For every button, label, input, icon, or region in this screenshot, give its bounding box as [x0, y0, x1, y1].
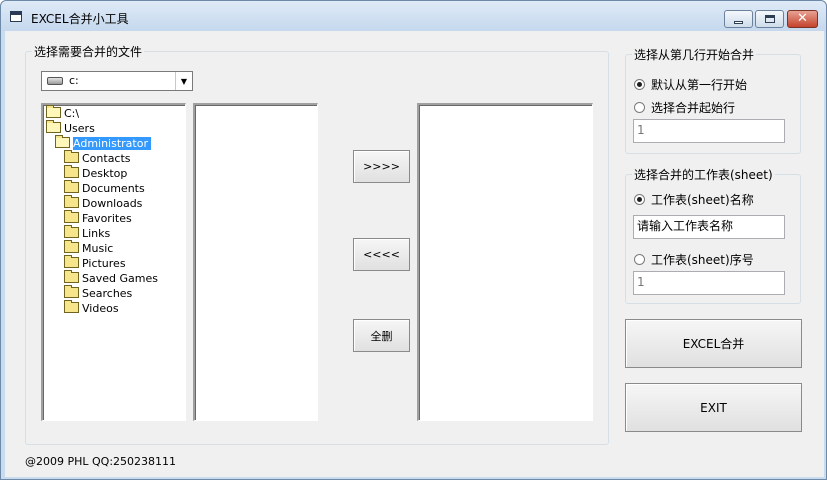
tree-item-label: Desktop: [82, 167, 128, 180]
maximize-button[interactable]: [755, 10, 784, 28]
tree-item[interactable]: Videos: [64, 300, 119, 316]
folder-icon: [64, 300, 79, 313]
folder-icon: [64, 255, 79, 268]
start-row-input[interactable]: 1: [633, 119, 785, 143]
folder-icon: [64, 150, 79, 163]
tree-item[interactable]: Desktop: [64, 165, 128, 181]
minimize-icon: [734, 20, 743, 24]
excel-merge-button[interactable]: EXCEL合并: [625, 319, 802, 368]
tree-item[interactable]: Saved Games: [64, 270, 158, 286]
radio-sheet-index-label: 工作表(sheet)序号: [651, 253, 754, 267]
folder-open-icon: [46, 105, 61, 118]
file-list[interactable]: [193, 103, 318, 421]
radio-start-custom-row-label: 选择合并起始行: [651, 101, 736, 115]
tree-item-label: Pictures: [82, 257, 126, 270]
tree-item[interactable]: Downloads: [64, 195, 143, 211]
drive-combobox[interactable]: c: ▼: [41, 71, 193, 91]
tree-item[interactable]: Pictures: [64, 255, 126, 271]
tree-item-label: Music: [82, 242, 114, 255]
app-window-icon: [10, 11, 22, 22]
file-select-group-label: 选择需要合并的文件: [32, 43, 145, 60]
exit-button[interactable]: EXIT: [625, 383, 802, 432]
tree-item[interactable]: Users: [46, 120, 95, 136]
folder-icon: [64, 195, 79, 208]
drive-value: c:: [69, 74, 79, 87]
sheet-index-input[interactable]: 1: [633, 271, 785, 295]
tree-item-label: Videos: [82, 302, 119, 315]
tree-item-label: Favorites: [82, 212, 132, 225]
tree-item-label: Saved Games: [82, 272, 158, 285]
close-icon: ✕: [797, 11, 808, 26]
start-row-group-label: 选择从第几行开始合并: [632, 46, 757, 63]
radio-start-first-row-label: 默认从第一行开始: [651, 78, 748, 92]
app-window: EXCEL合并小工具 ✕ 选择需要合并的文件 c: ▼ C:\ Users Admi…: [0, 0, 827, 480]
tree-item[interactable]: C:\: [46, 105, 80, 121]
radio-checked-icon: [634, 194, 645, 205]
tree-item[interactable]: Contacts: [64, 150, 131, 166]
folder-icon: [64, 165, 79, 178]
tree-item-label: Administrator: [73, 137, 151, 150]
selected-files-list[interactable]: [417, 103, 593, 421]
folder-open-icon: [55, 135, 70, 148]
tree-item-label: Documents: [82, 182, 145, 195]
folder-icon: [64, 225, 79, 238]
tree-item-label: Users: [64, 122, 95, 135]
tree-item-label: Downloads: [82, 197, 143, 210]
tree-item-label: Links: [82, 227, 111, 240]
radio-unchecked-icon: [634, 102, 645, 113]
status-text: @2009 PHL QQ:250238111: [25, 455, 177, 468]
drive-icon: [47, 77, 63, 85]
radio-checked-icon: [634, 79, 645, 90]
minimize-button[interactable]: [724, 10, 753, 28]
add-files-button[interactable]: >>>>: [353, 150, 410, 183]
close-button[interactable]: ✕: [787, 10, 818, 28]
sheet-name-input[interactable]: 请输入工作表名称: [633, 215, 785, 239]
tree-item-label: Contacts: [82, 152, 131, 165]
folder-open-icon: [46, 120, 61, 133]
radio-sheet-name-label: 工作表(sheet)名称: [651, 193, 754, 207]
client-area: 选择需要合并的文件 c: ▼ C:\ Users Administrator Cont…: [5, 31, 824, 477]
folder-icon: [64, 240, 79, 253]
tree-item[interactable]: Searches: [64, 285, 133, 301]
maximize-icon: [764, 15, 775, 23]
radio-sheet-name[interactable]: 工作表(sheet)名称: [634, 191, 754, 208]
tree-item[interactable]: Links: [64, 225, 111, 241]
folder-tree[interactable]: C:\ Users Administrator Contacts Desktop Docu…: [41, 103, 186, 421]
folder-icon: [64, 210, 79, 223]
tree-item-label: C:\: [64, 107, 80, 120]
radio-start-first-row[interactable]: 默认从第一行开始: [634, 76, 747, 93]
tree-item[interactable]: Music: [64, 240, 114, 256]
tree-item[interactable]: Favorites: [64, 210, 132, 226]
title-bar: EXCEL合并小工具 ✕: [1, 1, 826, 31]
radio-unchecked-icon: [634, 254, 645, 265]
chevron-down-icon[interactable]: ▼: [175, 72, 192, 90]
sheet-group-label: 选择合并的工作表(sheet): [632, 166, 775, 183]
tree-item[interactable]: Administrator: [55, 135, 151, 151]
radio-sheet-index[interactable]: 工作表(sheet)序号: [634, 251, 754, 268]
radio-start-custom-row[interactable]: 选择合并起始行: [634, 99, 735, 116]
folder-icon: [64, 285, 79, 298]
tree-item-label: Searches: [82, 287, 133, 300]
folder-icon: [64, 270, 79, 283]
window-title: EXCEL合并小工具: [31, 12, 129, 26]
clear-all-button[interactable]: 全删: [353, 319, 410, 352]
remove-files-button[interactable]: <<<<: [353, 238, 410, 271]
tree-item[interactable]: Documents: [64, 180, 145, 196]
folder-icon: [64, 180, 79, 193]
